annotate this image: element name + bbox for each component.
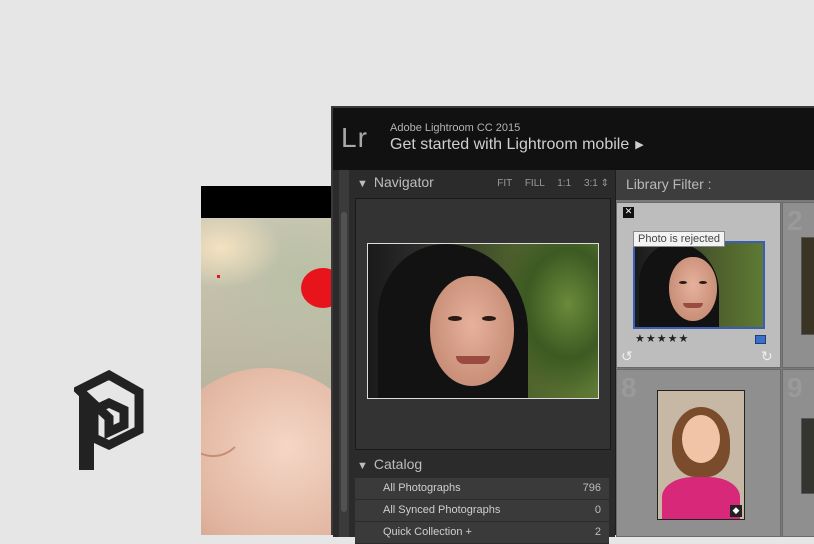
library-filter-bar[interactable]: Library Filter : — [616, 170, 814, 200]
star-rating[interactable]: ★★★★★ — [635, 332, 689, 345]
thumbnail-photo[interactable] — [633, 241, 765, 329]
catalog-row-count: 2 — [594, 526, 601, 538]
cell-index-number: 8 — [621, 372, 637, 403]
thumbnail-photo[interactable]: ◆ — [657, 390, 745, 520]
zoom-3to1-button[interactable]: 3:1 ⇕ — [584, 178, 609, 189]
panel-scrollbar[interactable] — [339, 170, 349, 537]
navigator-preview-photo[interactable] — [367, 243, 599, 399]
collapse-triangle-icon[interactable]: ▼ — [357, 460, 368, 472]
navigator-zoom-options: FIT FILL 1:1 3:1 ⇕ — [487, 178, 609, 189]
brand-logo-icon — [71, 369, 144, 475]
rotate-left-icon[interactable]: ↺ — [621, 349, 633, 365]
catalog-row-count: 0 — [594, 504, 601, 516]
tag-icon: ◆ — [730, 505, 742, 517]
scrollbar-thumb[interactable] — [341, 212, 347, 512]
catalog-title: Catalog — [373, 456, 423, 472]
mobile-prompt-link[interactable]: Get started with Lightroom mobile ▶ — [390, 136, 644, 154]
library-filter-title: Library Filter : — [626, 176, 712, 192]
catalog-list: All Photographs 796 All Synced Photograp… — [355, 478, 609, 544]
thumbnail-photo[interactable] — [801, 418, 814, 494]
product-name: Adobe Lightroom CC 2015 — [390, 122, 521, 134]
grid-cell[interactable]: 9 — [782, 369, 814, 537]
grid-cell[interactable]: 2 — [782, 202, 814, 368]
reject-flag-icon[interactable]: ✕ — [623, 207, 634, 218]
background-photo — [201, 218, 336, 535]
background-photo-window — [201, 186, 336, 535]
catalog-row-name: Quick Collection + — [383, 526, 472, 538]
left-panel: ▼ Navigator FIT FILL 1:1 3:1 ⇕ ▼ Catalog — [333, 170, 615, 544]
catalog-row[interactable]: All Photographs 796 — [355, 478, 609, 500]
navigator-preview-area[interactable] — [355, 198, 611, 450]
collapse-triangle-icon[interactable]: ▼ — [357, 178, 368, 190]
metadata-badge-icon[interactable] — [755, 335, 766, 344]
thumbnail-photo[interactable] — [801, 237, 814, 335]
window-bar — [201, 186, 336, 218]
lightroom-logo: Lr — [341, 122, 368, 153]
rotate-right-icon[interactable]: ↻ — [761, 349, 773, 365]
zoom-1to1-button[interactable]: 1:1 — [557, 178, 571, 189]
catalog-row[interactable]: All Synced Photographs 0 — [355, 500, 609, 522]
lightroom-identity-plate: Lr Adobe Lightroom CC 2015 Get started w… — [333, 108, 814, 170]
grid-view: Library Filter : ✕ Photo is rejected ★★★… — [616, 170, 814, 537]
lightroom-window: Lr Adobe Lightroom CC 2015 Get started w… — [331, 106, 814, 544]
catalog-row[interactable]: Quick Collection + 2 — [355, 522, 609, 544]
catalog-header[interactable]: ▼ Catalog — [357, 456, 607, 472]
grid-cell-selected[interactable]: ✕ Photo is rejected ★★★★★ ↺ ↻ — [616, 202, 781, 368]
zoom-fill-button[interactable]: FILL — [525, 178, 545, 189]
cell-index-number: 9 — [787, 372, 803, 403]
mobile-prompt-label: Get started with Lightroom mobile — [390, 136, 630, 153]
catalog-row-count: 796 — [582, 482, 601, 494]
cell-index-number: 2 — [787, 205, 803, 236]
grid-cell[interactable]: 8 ◆ — [616, 369, 781, 537]
navigator-title: Navigator — [373, 174, 434, 190]
catalog-row-name: All Synced Photographs — [383, 504, 501, 516]
rejected-tooltip: Photo is rejected — [633, 231, 725, 247]
zoom-fit-button[interactable]: FIT — [497, 178, 512, 189]
catalog-row-name: All Photographs — [383, 482, 461, 494]
play-arrow-icon: ▶ — [635, 139, 644, 151]
